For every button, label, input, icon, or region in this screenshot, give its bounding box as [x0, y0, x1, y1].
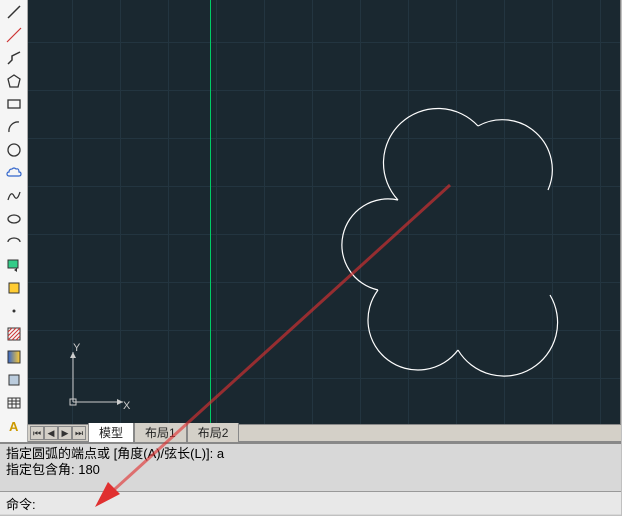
point-icon [6, 303, 22, 322]
ellipse-arc-icon [6, 234, 22, 253]
table-tool-button[interactable] [2, 393, 26, 415]
drawing-canvas[interactable]: Y X [28, 0, 621, 424]
polygon-tool-button[interactable] [2, 71, 26, 93]
line-tool-button[interactable] [2, 2, 26, 24]
ellipse-tool-button[interactable] [2, 209, 26, 231]
line-icon [6, 4, 22, 23]
tab-model[interactable]: 模型 [88, 423, 134, 443]
history-line-2: 指定包含角: 180 [6, 462, 615, 478]
arc-icon [6, 119, 22, 138]
tab-nav-buttons: ⏮ ◀ ▶ ⏭ [28, 426, 88, 440]
ucs-x-label: X [123, 400, 130, 412]
command-input[interactable] [36, 496, 615, 511]
command-panel: 指定圆弧的端点或 [角度(A)/弦长(L)]: a 指定包含角: 180 命令: [0, 442, 621, 515]
make-block-tool-button[interactable] [2, 278, 26, 300]
text-icon: A [6, 418, 22, 437]
region-icon [6, 372, 22, 391]
command-prompt: 命令: [6, 494, 36, 513]
ucs-y-label: Y [73, 342, 80, 354]
construction-line-tool-button[interactable] [2, 25, 26, 47]
vertical-guide-line [210, 0, 211, 424]
tab-nav-prev[interactable]: ◀ [44, 426, 58, 440]
draw-toolbar: A [0, 0, 28, 442]
gradient-tool-button[interactable] [2, 347, 26, 369]
insert-block-tool-button[interactable] [2, 255, 26, 277]
hatch-tool-button[interactable] [2, 324, 26, 346]
cloud-icon [6, 165, 22, 184]
spline-tool-button[interactable] [2, 186, 26, 208]
spline-icon [6, 188, 22, 207]
tab-layout1[interactable]: 布局1 [134, 423, 187, 443]
polyline-icon [6, 50, 22, 69]
layout-tab-bar: ⏮ ◀ ▶ ⏭ 模型 布局1 布局2 [28, 424, 621, 442]
tab-layout2[interactable]: 布局2 [187, 423, 240, 443]
point-tool-button[interactable] [2, 301, 26, 323]
rectangle-tool-button[interactable] [2, 94, 26, 116]
insert-block-icon [6, 257, 22, 276]
xline-icon [6, 27, 22, 46]
ellipse-icon [6, 211, 22, 230]
hatch-icon [6, 326, 22, 345]
ellipse-arc-tool-button[interactable] [2, 232, 26, 254]
gradient-icon [6, 349, 22, 368]
tab-nav-first[interactable]: ⏮ [30, 426, 44, 440]
svg-text:A: A [9, 419, 19, 434]
region-tool-button[interactable] [2, 370, 26, 392]
tab-nav-last[interactable]: ⏭ [72, 426, 86, 440]
table-icon [6, 395, 22, 414]
polygon-icon [6, 73, 22, 92]
arc-tool-button[interactable] [2, 117, 26, 139]
circle-tool-button[interactable] [2, 140, 26, 162]
history-line-1: 指定圆弧的端点或 [角度(A)/弦长(L)]: a [6, 446, 615, 462]
command-line: 命令: [0, 492, 621, 514]
polyline-tool-button[interactable] [2, 48, 26, 70]
rectangle-icon [6, 96, 22, 115]
revision-cloud-tool-button[interactable] [2, 163, 26, 185]
make-block-icon [6, 280, 22, 299]
circle-icon [6, 142, 22, 161]
tab-nav-next[interactable]: ▶ [58, 426, 72, 440]
command-history: 指定圆弧的端点或 [角度(A)/弦长(L)]: a 指定包含角: 180 [0, 444, 621, 492]
text-tool-button[interactable]: A [2, 416, 26, 438]
